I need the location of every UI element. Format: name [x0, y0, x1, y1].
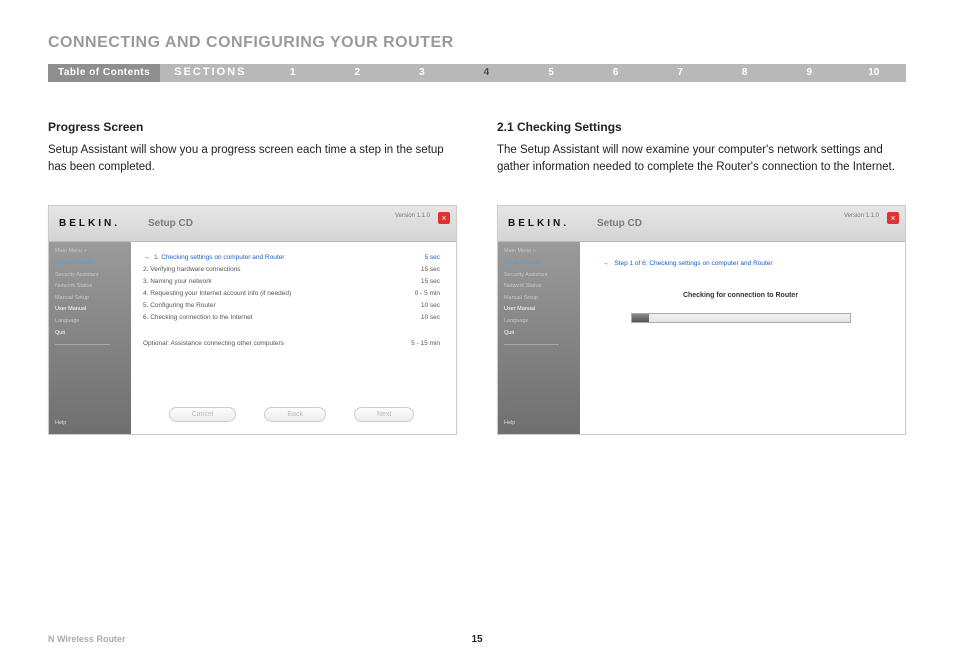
card-version: Version 1.1.0	[395, 213, 430, 219]
card-sidebar: Main Menu » Setup Assistant Security Ass…	[49, 242, 131, 434]
nav-section-9[interactable]: 9	[777, 64, 842, 82]
arrow-icon: →	[602, 260, 609, 267]
left-column: Progress Screen Setup Assistant will sho…	[48, 120, 457, 435]
close-icon[interactable]: ×	[438, 212, 450, 224]
step-label: 2. Verifying hardware connections	[143, 266, 421, 273]
nav-section-10[interactable]: 10	[842, 64, 907, 82]
sidebar-help[interactable]: Help	[504, 420, 515, 426]
sidebar-manual-setup[interactable]: Manual Setup	[55, 295, 125, 302]
card-header: BELKIN. Setup CD Version 1.1.0 ×	[49, 206, 456, 242]
nav-section-4[interactable]: 4	[454, 64, 519, 82]
card-title: Setup CD	[148, 218, 193, 229]
sidebar-network-status[interactable]: Network Status	[55, 283, 125, 290]
step-row-2: 2. Verifying hardware connections 15 sec	[143, 266, 440, 273]
optional-label: Optional: Assistance connecting other co…	[143, 340, 284, 347]
step-label: 1. Checking settings on computer and Rou…	[154, 254, 424, 261]
step-title-text: Step 1 of 6: Checking settings on comput…	[614, 260, 772, 267]
nav-section-6[interactable]: 6	[583, 64, 648, 82]
button-row: Cancel Back Next	[143, 407, 440, 426]
progress-fill	[632, 314, 649, 322]
checking-message: Checking for connection to Router	[592, 292, 889, 299]
nav-section-2[interactable]: 2	[325, 64, 390, 82]
section-nav: Table of Contents SECTIONS 1 2 3 4 5 6 7…	[48, 64, 906, 82]
sidebar-main-menu[interactable]: Main Menu »	[55, 248, 125, 255]
product-name: N Wireless Router	[48, 634, 125, 644]
step-label: 3. Naming your network	[143, 278, 421, 285]
nav-section-7[interactable]: 7	[648, 64, 713, 82]
setup-card-progress: BELKIN. Setup CD Version 1.1.0 × Main Me…	[48, 205, 457, 435]
nav-numbers: 1 2 3 4 5 6 7 8 9 10	[260, 64, 906, 82]
nav-sections-label: SECTIONS	[160, 64, 260, 82]
right-column: 2.1 Checking Settings The Setup Assistan…	[497, 120, 906, 435]
step-time: 15 sec	[421, 266, 440, 273]
sidebar-setup-assistant[interactable]: Setup Assistant	[55, 260, 125, 267]
card-main: → 1. Checking settings on computer and R…	[131, 242, 456, 434]
page-number: 15	[471, 634, 482, 645]
sidebar-language[interactable]: Language	[504, 318, 574, 325]
sidebar-quit[interactable]: Quit	[504, 330, 574, 337]
sidebar-main-menu[interactable]: Main Menu »	[504, 248, 574, 255]
sidebar-security-assistant[interactable]: Security Assistant	[55, 272, 125, 279]
left-body: Setup Assistant will show you a progress…	[48, 142, 457, 175]
back-button[interactable]: Back	[264, 407, 326, 422]
step-row-5: 5. Configuring the Router 10 sec	[143, 302, 440, 309]
setup-card-checking: BELKIN. Setup CD Version 1.1.0 × Main Me…	[497, 205, 906, 435]
card-header: BELKIN. Setup CD Version 1.1.0 ×	[498, 206, 905, 242]
nav-toc[interactable]: Table of Contents	[48, 64, 160, 82]
sidebar-divider	[504, 344, 559, 345]
nav-section-3[interactable]: 3	[390, 64, 455, 82]
sidebar-help[interactable]: Help	[55, 420, 66, 426]
step-time: 15 sec	[421, 278, 440, 285]
card-version: Version 1.1.0	[844, 213, 879, 219]
step-time: 10 sec	[421, 314, 440, 321]
step-label: 6. Checking connection to the Internet	[143, 314, 421, 321]
sidebar-divider	[55, 344, 110, 345]
nav-section-1[interactable]: 1	[260, 64, 325, 82]
step-row-4: 4. Requesting your Internet account info…	[143, 290, 440, 297]
card-sidebar: Main Menu » Setup Assistant Security Ass…	[498, 242, 580, 434]
step-row-3: 3. Naming your network 15 sec	[143, 278, 440, 285]
nav-section-5[interactable]: 5	[519, 64, 584, 82]
step-time: 5 sec	[424, 254, 440, 261]
sidebar-setup-assistant[interactable]: Setup Assistant	[504, 260, 574, 267]
step-row-1: → 1. Checking settings on computer and R…	[143, 254, 440, 261]
current-step-title: → Step 1 of 6: Checking settings on comp…	[592, 260, 889, 267]
optional-time: 5 - 15 min	[411, 340, 440, 347]
nav-section-8[interactable]: 8	[712, 64, 777, 82]
belkin-logo: BELKIN.	[59, 218, 120, 229]
step-row-6: 6. Checking connection to the Internet 1…	[143, 314, 440, 321]
page-title: CONNECTING AND CONFIGURING YOUR ROUTER	[48, 34, 906, 52]
cancel-button[interactable]: Cancel	[169, 407, 237, 422]
right-body: The Setup Assistant will now examine you…	[497, 142, 906, 175]
sidebar-user-manual[interactable]: User Manual	[504, 306, 574, 313]
sidebar-security-assistant[interactable]: Security Assistant	[504, 272, 574, 279]
card-title: Setup CD	[597, 218, 642, 229]
progress-bar	[631, 313, 851, 323]
belkin-logo: BELKIN.	[508, 218, 569, 229]
close-icon[interactable]: ×	[887, 212, 899, 224]
left-heading: Progress Screen	[48, 120, 457, 134]
step-time: 0 - 5 min	[415, 290, 440, 297]
next-button[interactable]: Next	[354, 407, 414, 422]
arrow-icon: →	[143, 254, 150, 261]
step-label: 4. Requesting your Internet account info…	[143, 290, 415, 297]
step-time: 10 sec	[421, 302, 440, 309]
sidebar-language[interactable]: Language	[55, 318, 125, 325]
sidebar-user-manual[interactable]: User Manual	[55, 306, 125, 313]
sidebar-manual-setup[interactable]: Manual Setup	[504, 295, 574, 302]
sidebar-quit[interactable]: Quit	[55, 330, 125, 337]
card-main: → Step 1 of 6: Checking settings on comp…	[580, 242, 905, 434]
right-heading: 2.1 Checking Settings	[497, 120, 906, 134]
optional-row: Optional: Assistance connecting other co…	[143, 340, 440, 347]
page-footer: N Wireless Router 15	[48, 634, 906, 644]
sidebar-network-status[interactable]: Network Status	[504, 283, 574, 290]
step-label: 5. Configuring the Router	[143, 302, 421, 309]
